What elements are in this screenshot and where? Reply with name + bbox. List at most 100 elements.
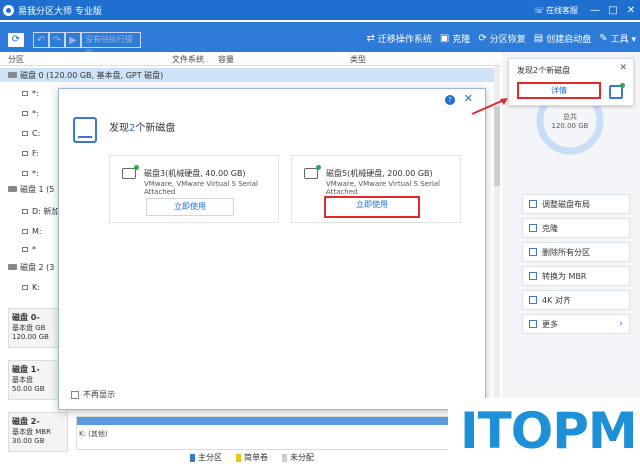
row-label: * [32,244,36,254]
undo-button[interactable]: ↶ [33,32,49,48]
disk-action-item[interactable]: 删除所有分区 [522,242,630,262]
disk-action-item[interactable]: 调整磁盘布局 [522,194,630,214]
watermark: ITOPM [448,398,640,468]
chevron-right-icon: › [619,319,623,329]
hdd-icon [304,165,321,179]
row-label: F: [32,148,39,158]
new-disk-card: 磁盘3(机械硬盘, 40.00 GB) VMware, VMware Virtua… [109,155,279,223]
partition-icon [22,110,28,116]
disk-card-type: 基本盘 MBR [12,428,51,436]
legend-swatch [190,453,195,462]
pending-operations-label: 没有待执行操作 [81,32,141,58]
new-disk-card: 磁盘5(机械硬盘, 200.00 GB) VMware, VMware Virtu… [291,155,461,223]
col-type[interactable]: 类型 [350,54,366,65]
disk-icon [8,185,17,192]
disk-card-size: 50.00 GB [12,385,45,393]
close-window-button[interactable]: ✕ [622,5,640,16]
partition-icon [22,208,28,214]
toolbar: ⟳ ↶ ↷ ▶ 没有待执行操作 ⇄迁移操作系统 ▣克隆 ⟳分区恢复 ▤创建启动盘 ✎工具… [0,28,640,58]
disk-model: VMware, VMware Virtual S Serial Attached [326,180,440,196]
action-icon [529,224,537,232]
notification-close-icon[interactable]: ✕ [619,63,627,73]
action-label: 4K 对齐 [542,295,571,305]
online-support-link[interactable]: ☏ 在线客服 [534,5,578,16]
row-label: D: 新加 [32,206,60,216]
clone-icon: ▣ [439,33,450,44]
row-label: 磁盘 1 (5 [20,184,55,194]
toolbar-action-label: 克隆 [452,35,471,45]
toolbar-action-1[interactable]: ▣ 克隆 [440,32,470,45]
maximize-button[interactable]: □ [604,5,622,16]
action-label: 更多 [542,319,558,329]
legend-label: 主分区 [198,453,222,462]
disk-card-size: 120.00 GB [12,333,49,341]
action-label: 转换为 MBR [542,271,587,281]
disk-card[interactable]: 磁盘 2- 基本盘 MBR 30.00 GB [8,412,68,452]
disk-card-type: 基本盘 [12,376,33,384]
details-button[interactable]: 详情 [517,82,601,99]
app-title: 易我分区大师 专业版 [18,6,102,17]
disk-card-name: 磁盘 1- [12,365,40,374]
online-support-label: 在线客服 [546,5,578,15]
use-now-button[interactable]: 立即使用 [146,198,234,216]
redo-button[interactable]: ↷ [49,32,65,48]
partition-icon [22,170,28,176]
partition-icon [22,150,28,156]
gauge-total-value: 120.00 GB [551,122,589,130]
row-label: 磁盘 0 (120.00 GB, 基本盘, GPT 磁盘) [20,70,164,80]
dont-show-checkbox[interactable] [71,390,79,399]
disk-action-item[interactable]: 克隆 [522,218,630,238]
toolbar-action-4[interactable]: ✎ 工具 ▾ [599,32,636,45]
toolbar-action-3[interactable]: ▤ 创建启动盘 [534,32,591,45]
headset-icon: ☏ [533,5,544,15]
use-now-button[interactable]: 立即使用 [324,196,420,218]
disk-icon [8,71,17,78]
dont-show-again[interactable]: 不再显示 [71,389,115,400]
toolbar-action-2[interactable]: ⟳ 分区恢复 [478,32,525,45]
notification-title: 发现2个新磁盘 [517,66,571,75]
action-icon [529,320,537,328]
row-label: *: [32,88,39,98]
legend: 主分区 简单卷 未分配 [190,452,314,463]
gauge-total-label: 总共 [563,113,577,121]
disk2-partition-bar[interactable]: K: (其他) [76,416,486,450]
col-capacity[interactable]: 容量 [218,54,234,65]
tools-icon: ✎ [599,33,608,44]
partition-icon [22,284,28,290]
legend-item: 主分区 [190,452,222,463]
partition-icon [22,130,28,136]
disk-row[interactable]: 磁盘 0 (120.00 GB, 基本盘, GPT 磁盘) [0,68,500,82]
action-icon [529,272,537,280]
disk2-bar-label: K: (其他) [79,430,108,438]
legend-item: 简单卷 [236,452,268,463]
toolbar-action-0[interactable]: ⇄ 迁移操作系统 [366,32,431,45]
legend-swatch [282,453,287,462]
partition-fill [77,417,485,425]
help-icon[interactable]: ? [445,95,455,105]
col-filesystem[interactable]: 文件系统 [172,54,204,65]
action-icon [529,248,537,256]
disk-action-item[interactable]: 更多 › [522,314,630,334]
toolbar-action-label: 创建启动盘 [546,35,592,45]
dialog-heading: 发现2个新磁盘 [109,119,175,134]
partition-icon [22,246,28,252]
scroll-thumb[interactable] [494,106,500,186]
row-label: 磁盘 2 (3 [20,262,55,272]
dont-show-label: 不再显示 [83,390,115,399]
column-header: 分区 文件系统 容量 类型 [0,52,500,66]
heading-prefix: 发现 [109,123,129,134]
minimize-button[interactable]: — [586,5,604,16]
disk-action-item[interactable]: 4K 对齐 [522,290,630,310]
disk-action-item[interactable]: 转换为 MBR [522,266,630,286]
toolbar-actions: ⇄ 迁移操作系统 ▣ 克隆 ⟳ 分区恢复 ▤ 创建启动盘 ✎ 工具 ▾ [366,32,636,45]
col-partition[interactable]: 分区 [8,54,24,65]
new-disk-icon [609,83,625,99]
refresh-button[interactable]: ⟳ [7,32,25,48]
disk-card-name: 磁盘 2- [12,417,40,426]
disk-icon [73,117,97,143]
execute-button[interactable]: ▶ [65,32,81,48]
vertical-scrollbar[interactable] [494,66,500,450]
action-icon [529,200,537,208]
watermark-text: ITOPM [460,402,638,460]
new-disk-dialog: ? ✕ 发现2个新磁盘 磁盘3(机械硬盘, 40.00 GB) VMware, V… [58,88,486,410]
